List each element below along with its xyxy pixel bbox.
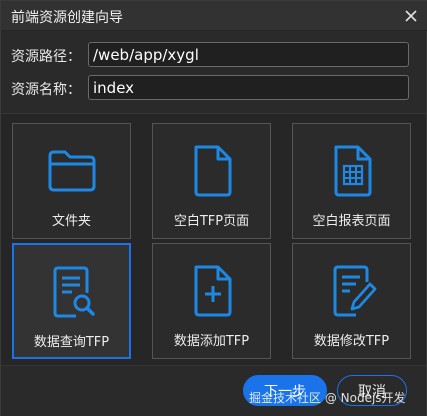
path-label: 资源路径： [11,49,81,65]
tile-data-query-tfp[interactable]: 数据查询TFP [12,243,131,359]
name-label: 资源名称： [11,82,81,98]
resource-wizard-dialog: 前端资源创建向导 资源路径： 资源名称： 文件夹 空白TFP页面 [0,0,427,416]
tile-blank-report-page[interactable]: 空白报表页面 [292,123,411,239]
report-page-icon [334,145,371,197]
data-edit-icon [333,265,376,317]
dialog-title: 前端资源创建向导 [11,10,123,26]
dialog-titlebar: 前端资源创建向导 [1,1,427,31]
tile-label: 空白TFP页面 [173,214,250,229]
tile-label: 文件夹 [51,214,91,229]
tile-data-edit-tfp[interactable]: 数据修改TFP [292,243,411,359]
name-row: 资源名称： [11,74,411,102]
blank-page-icon [194,145,231,197]
tile-label: 数据添加TFP [173,334,250,349]
tile-label: 空白报表页面 [312,214,391,229]
watermark-text: 掘金技术社区 @ Nodejs开发 [249,391,406,405]
name-input[interactable] [88,75,409,100]
tile-label: 数据修改TFP [313,334,390,349]
folder-icon [48,150,95,192]
close-icon [405,10,417,22]
tile-data-add-tfp[interactable]: 数据添加TFP [152,243,271,359]
template-grid: 文件夹 空白TFP页面 空白报表页面 数据查询TFP 数据添加TFP 数据修改T… [1,113,426,366]
tile-folder[interactable]: 文件夹 [12,123,131,239]
data-add-icon [194,265,231,317]
close-button[interactable] [400,5,422,27]
path-row: 资源路径： [11,41,411,69]
tile-blank-tfp-page[interactable]: 空白TFP页面 [152,123,271,239]
data-query-icon [53,266,95,318]
path-input[interactable] [88,42,409,67]
tile-label: 数据查询TFP [33,335,110,350]
